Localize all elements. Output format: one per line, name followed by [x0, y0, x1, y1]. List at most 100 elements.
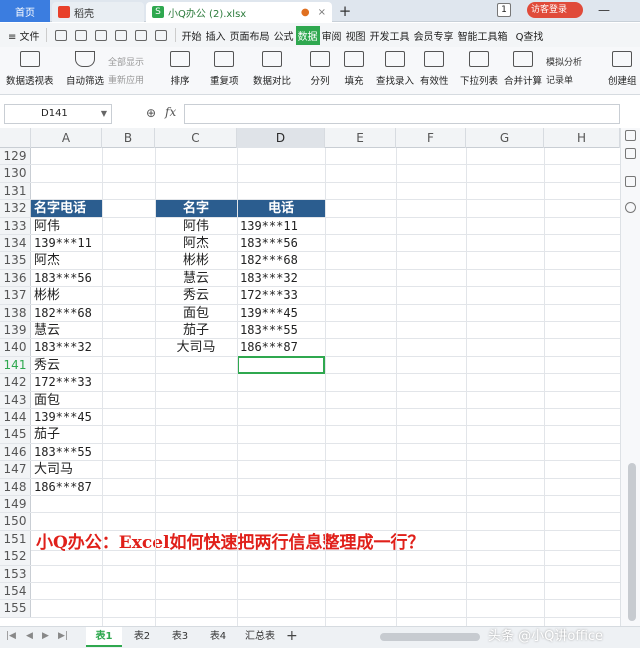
column-header-d[interactable]: D: [237, 128, 325, 148]
row-header[interactable]: 132: [0, 200, 31, 217]
cell-d140[interactable]: 186***87: [237, 339, 325, 355]
name-box[interactable]: D141 ▼: [4, 104, 112, 124]
fill-button[interactable]: 填充: [344, 51, 364, 87]
help-icon[interactable]: [625, 202, 636, 213]
cell-a144[interactable]: 139***45: [31, 409, 102, 425]
cell-a138[interactable]: 182***68: [31, 305, 102, 321]
row-header[interactable]: 129: [0, 148, 31, 165]
open-icon[interactable]: [54, 29, 67, 41]
horizontal-scrollbar[interactable]: [380, 633, 480, 641]
sheet-tab-2[interactable]: 表2: [124, 627, 160, 647]
sheet-tab-5[interactable]: 汇总表: [238, 627, 282, 647]
row-header[interactable]: 135: [0, 252, 31, 269]
cell-a146[interactable]: 183***55: [31, 444, 102, 460]
cell-a134[interactable]: 139***11: [31, 235, 102, 251]
spreadsheet-grid[interactable]: ABCDEFGH 129 130 131 132 名字电话 名字 电话 133 阿伟 阿伟 139*…: [0, 128, 620, 626]
prev-sheet-icon[interactable]: ◀: [26, 631, 33, 641]
file-menu[interactable]: ≡ 文件: [6, 28, 42, 43]
cell-c132[interactable]: 名字: [155, 200, 237, 217]
sort-button[interactable]: 排序: [170, 51, 190, 87]
menu-review[interactable]: 审阅: [320, 28, 344, 43]
pivot-table-button[interactable]: 数据透视表: [6, 51, 54, 87]
row-header[interactable]: 142: [0, 374, 31, 391]
menu-data[interactable]: 数据: [295, 25, 320, 45]
sheet-tab-3[interactable]: 表3: [162, 627, 198, 647]
zoom-icon[interactable]: ⊕: [146, 106, 156, 120]
menu-developer[interactable]: 开发工具: [368, 28, 412, 43]
cell-c135[interactable]: 彬彬: [155, 252, 237, 268]
menu-insert[interactable]: 插入: [204, 28, 228, 43]
cell-a139[interactable]: 慧云: [31, 322, 102, 338]
cell-a142[interactable]: 172***33: [31, 374, 102, 390]
row-header[interactable]: 153: [0, 565, 31, 582]
row-header[interactable]: 148: [0, 478, 31, 495]
row-header[interactable]: 144: [0, 409, 31, 426]
row-header[interactable]: 130: [0, 165, 31, 182]
cursor-icon[interactable]: [625, 130, 636, 141]
cell-d135[interactable]: 182***68: [237, 252, 325, 268]
dropdown-list-button[interactable]: 下拉列表: [460, 51, 498, 87]
settings-icon[interactable]: [625, 148, 636, 159]
row-header[interactable]: 138: [0, 304, 31, 321]
menu-smart-tools[interactable]: 智能工具箱: [456, 28, 510, 43]
column-header-c[interactable]: C: [155, 128, 237, 148]
column-header-h[interactable]: H: [544, 128, 620, 148]
row-header[interactable]: 154: [0, 583, 31, 600]
cell-c134[interactable]: 阿杰: [155, 235, 237, 251]
column-header-g[interactable]: G: [466, 128, 544, 148]
row-header[interactable]: 141: [0, 356, 31, 374]
row-header[interactable]: 145: [0, 426, 31, 443]
row-header[interactable]: 152: [0, 548, 31, 565]
tab-daoke[interactable]: 稻壳: [52, 2, 144, 22]
row-header[interactable]: 143: [0, 391, 31, 408]
fx-icon[interactable]: fx: [165, 105, 176, 119]
cell-a137[interactable]: 彬彬: [31, 287, 102, 303]
first-sheet-icon[interactable]: |◀: [6, 631, 16, 641]
sheet-tab-4[interactable]: 表4: [200, 627, 236, 647]
cell-c137[interactable]: 秀云: [155, 287, 237, 303]
row-header[interactable]: 137: [0, 287, 31, 304]
minimize-icon[interactable]: —: [598, 3, 610, 17]
row-header[interactable]: 131: [0, 182, 31, 200]
cell-a147[interactable]: 大司马: [31, 461, 102, 477]
cell-a132[interactable]: 名字电话: [31, 200, 102, 217]
menu-formulas[interactable]: 公式: [272, 28, 296, 43]
cell-d136[interactable]: 183***32: [237, 270, 325, 286]
reapply-button[interactable]: 重新应用: [108, 73, 144, 86]
cell-d137[interactable]: 172***33: [237, 287, 325, 303]
cell-c140[interactable]: 大司马: [155, 339, 237, 355]
duplicates-button[interactable]: 重复项: [210, 51, 239, 87]
cell-d139[interactable]: 183***55: [237, 322, 325, 338]
cell-d133[interactable]: 139***11: [237, 218, 325, 234]
column-header-b[interactable]: B: [102, 128, 155, 148]
row-header[interactable]: 149: [0, 496, 31, 513]
next-sheet-icon[interactable]: ▶: [42, 631, 49, 641]
row-header[interactable]: 146: [0, 443, 31, 461]
cell-a148[interactable]: 186***87: [31, 479, 102, 495]
vertical-scrollbar[interactable]: [628, 463, 636, 621]
simulate-analysis-button[interactable]: 模拟分析: [546, 55, 582, 68]
cell-d132[interactable]: 电话: [237, 200, 325, 217]
lookup-entry-button[interactable]: 查找录入: [376, 51, 414, 87]
split-columns-button[interactable]: 分列: [310, 51, 330, 87]
cell-a143[interactable]: 面包: [31, 392, 102, 408]
menu-member[interactable]: 会员专享: [412, 28, 456, 43]
cell-c133[interactable]: 阿伟: [155, 218, 237, 234]
row-header[interactable]: 151: [0, 530, 31, 550]
row-header[interactable]: 134: [0, 235, 31, 252]
row-header[interactable]: 147: [0, 461, 31, 478]
undo-icon[interactable]: [134, 29, 147, 41]
row-header[interactable]: 155: [0, 600, 31, 617]
row-header[interactable]: 139: [0, 322, 31, 339]
menu-view[interactable]: 视图: [344, 28, 368, 43]
new-tab-button[interactable]: +: [336, 2, 354, 20]
row-header[interactable]: 150: [0, 513, 31, 530]
save-icon[interactable]: [74, 29, 87, 41]
record-form-button[interactable]: 记录单: [546, 73, 573, 86]
cell-d138[interactable]: 139***45: [237, 305, 325, 321]
create-group-button[interactable]: 创建组: [608, 51, 637, 87]
consolidate-button[interactable]: 合并计算: [504, 51, 542, 87]
chevron-down-icon[interactable]: ▼: [101, 105, 107, 123]
validity-button[interactable]: 有效性: [420, 51, 449, 87]
close-tab-icon[interactable]: ×: [318, 7, 326, 18]
